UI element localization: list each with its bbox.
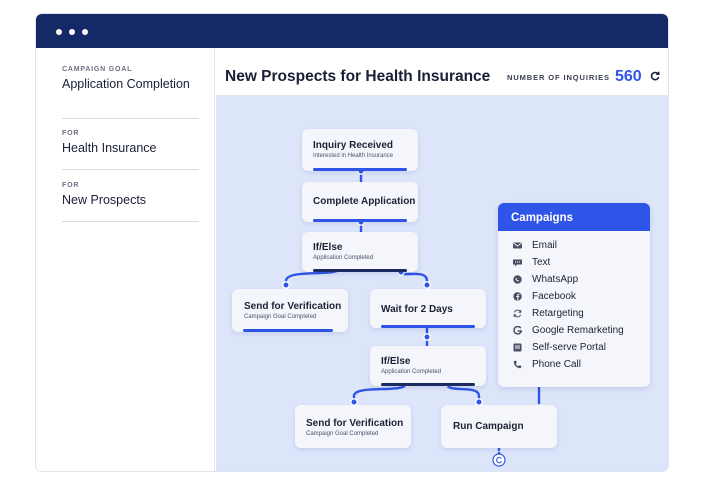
- retargeting-icon: [513, 309, 522, 318]
- sidebar-item-value: Health Insurance: [62, 141, 157, 155]
- sidebar-item-label: FOR: [62, 130, 80, 137]
- node-title: Inquiry Received: [313, 140, 394, 151]
- node-if-else-2[interactable]: If/Else Application Completed: [370, 346, 486, 386]
- node-wait-2-days[interactable]: Wait for 2 Days: [370, 289, 486, 328]
- node-if-else-1[interactable]: If/Else Application Completed: [302, 232, 418, 272]
- page-header: New Prospects for Health Insurance NUMBE…: [216, 48, 668, 96]
- page-title: New Prospects for Health Insurance: [225, 68, 491, 85]
- node-progress-bar: [381, 325, 475, 328]
- node-subtitle: Application Completed: [313, 255, 374, 261]
- facebook-icon: [513, 292, 522, 301]
- node-title: Run Campaign: [453, 421, 524, 432]
- node-subtitle: Campaign Goal Completed: [306, 431, 379, 437]
- sidebar-item-for-health-insurance[interactable]: FOR Health Insurance: [62, 130, 199, 170]
- window-dot-icon[interactable]: [56, 29, 62, 35]
- window-dot-icon[interactable]: [69, 29, 75, 35]
- sidebar-item-label: FOR: [62, 182, 80, 189]
- sidebar-item-label: CAMPAIGN GOAL: [62, 66, 133, 73]
- node-progress-bar: [243, 329, 333, 332]
- node-title: Send for Verification: [306, 418, 404, 429]
- inquiries-label: NUMBER OF INQUIRIES: [507, 73, 610, 82]
- node-title: If/Else: [313, 242, 343, 253]
- campaign-item-label: Google Remarketing: [532, 325, 624, 336]
- sidebar: CAMPAIGN GOAL Application Completion FOR…: [36, 48, 215, 471]
- node-run-campaign[interactable]: Run Campaign: [441, 405, 557, 448]
- node-title: Send for Verification: [244, 301, 342, 312]
- whatsapp-icon: [513, 275, 522, 284]
- app-window: CAMPAIGN GOAL Application Completion FOR…: [35, 13, 669, 472]
- campaign-item-label: Email: [532, 240, 558, 251]
- email-icon: [513, 242, 522, 249]
- sidebar-item-for-new-prospects[interactable]: FOR New Prospects: [62, 182, 199, 222]
- node-complete-application[interactable]: Complete Application: [302, 182, 418, 222]
- refresh-icon[interactable]: [650, 71, 660, 81]
- node-subtitle: Campaign Goal Completed: [244, 314, 317, 320]
- window-dot-icon[interactable]: [82, 29, 88, 35]
- sidebar-item-value: New Prospects: [62, 193, 147, 207]
- node-progress-bar: [381, 383, 475, 386]
- campaign-item-label: Phone Call: [532, 359, 581, 370]
- text-message-icon: [513, 259, 522, 267]
- campaign-item-label: WhatsApp: [532, 274, 579, 285]
- node-subtitle: Interested in Health Insurance: [313, 153, 394, 159]
- workflow-canvas: Inquiry Received Interested in Health In…: [216, 96, 668, 471]
- campaigns-panel: Campaigns Email Text WhatsApp Facebook R…: [498, 203, 650, 387]
- campaigns-title: Campaigns: [498, 203, 650, 231]
- phone-icon: [513, 360, 522, 369]
- node-inquiry-received[interactable]: Inquiry Received Interested in Health In…: [302, 129, 418, 171]
- node-title: Complete Application: [313, 196, 416, 207]
- node-title: If/Else: [381, 356, 411, 367]
- node-title: Wait for 2 Days: [381, 304, 453, 315]
- node-subtitle: Application Completed: [381, 369, 442, 375]
- redo-icon: [492, 453, 506, 467]
- portal-icon: [513, 343, 522, 352]
- node-progress-bar: [313, 168, 407, 171]
- node-progress-bar: [313, 219, 407, 222]
- node-progress-bar: [313, 269, 407, 272]
- google-icon: [513, 326, 522, 335]
- campaign-item-label: Facebook: [532, 291, 576, 302]
- sidebar-item-campaign-goal[interactable]: CAMPAIGN GOAL Application Completion: [62, 66, 199, 119]
- inquiries-count: 560: [615, 68, 642, 85]
- sidebar-item-value: Application Completion: [62, 77, 190, 91]
- node-send-for-verification-1[interactable]: Send for Verification Campaign Goal Comp…: [232, 289, 348, 332]
- campaign-item-label: Retargeting: [532, 308, 584, 319]
- campaign-item-label: Text: [532, 257, 551, 268]
- campaign-item-label: Self-serve Portal: [532, 342, 606, 353]
- title-bar: [36, 14, 668, 48]
- node-send-for-verification-2[interactable]: Send for Verification Campaign Goal Comp…: [295, 405, 411, 448]
